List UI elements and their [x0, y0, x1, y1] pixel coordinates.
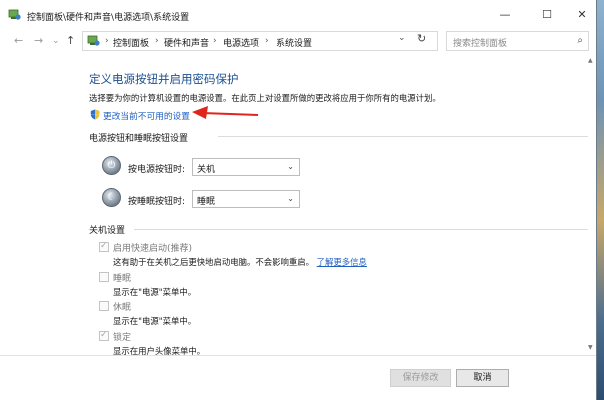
sleep-button-action-select[interactable]: 睡眠 ⌄: [192, 190, 300, 208]
lock-menu-label: 锁定: [113, 333, 132, 343]
back-arrow-icon[interactable]: ←: [14, 34, 23, 48]
maximize-button[interactable]: ☐: [531, 0, 563, 30]
sleep-symbol: ☾: [107, 192, 116, 203]
footer-divider: [0, 355, 596, 356]
fast-startup-description-text: 这有助于在关机之后更快地启动电脑。不会影响重启。: [113, 257, 314, 267]
address-history-chevron-icon[interactable]: ⌄: [398, 33, 406, 43]
breadcrumb-separator: ›: [155, 36, 159, 46]
system-settings-window: 控制面板\硬件和声音\电源选项\系统设置 — ☐ ✕ ← → ⌄ ↑ › 控制面…: [0, 0, 597, 400]
control-panel-icon: [8, 9, 21, 20]
breadcrumb-separator: ›: [105, 36, 109, 46]
power-buttons-heading: 电源按钮和睡眠按钮设置: [89, 134, 189, 144]
hibernate-menu-description: 显示在"电源"菜单中。: [113, 316, 197, 326]
annotation-arrow-icon: [192, 106, 259, 119]
hibernate-menu-label: 休眠: [113, 303, 132, 313]
cancel-button[interactable]: 取消: [456, 369, 509, 387]
title-bar: 控制面板\硬件和声音\电源选项\系统设置 — ☐ ✕: [0, 0, 596, 30]
up-arrow-icon[interactable]: ↑: [66, 34, 75, 48]
fast-startup-label: 启用快速启动(推荐): [113, 244, 193, 254]
breadcrumb-control-panel[interactable]: 控制面板: [113, 36, 149, 49]
close-button[interactable]: ✕: [566, 0, 596, 30]
window-title: 控制面板\硬件和声音\电源选项\系统设置: [27, 13, 190, 23]
section-divider: [218, 136, 588, 137]
save-changes-button[interactable]: 保存修改: [390, 369, 451, 387]
content-area: ▲ ▼ 定义电源按钮并启用密码保护 选择要为你的计算机设置的电源设置。在此页上对…: [0, 54, 596, 400]
sleep-button-icon: ☾: [102, 188, 121, 207]
fast-startup-description: 这有助于在关机之后更快地启动电脑。不会影响重启。 了解更多信息: [113, 256, 367, 268]
sleep-menu-checkbox[interactable]: [99, 272, 109, 282]
breadcrumb-separator: ›: [265, 36, 269, 46]
breadcrumb-power-options[interactable]: 电源选项: [223, 36, 259, 49]
desktop-background: [597, 0, 604, 400]
breadcrumb-separator: ›: [213, 36, 217, 46]
sleep-menu-label: 睡眠: [113, 274, 132, 284]
power-button-action-value: 关机: [197, 165, 216, 175]
forward-arrow-icon[interactable]: →: [34, 34, 43, 48]
change-unavailable-settings-link[interactable]: 更改当前不可用的设置: [103, 109, 190, 122]
sleep-button-action-value: 睡眠: [197, 197, 216, 207]
page-title: 定义电源按钮并启用密码保护: [89, 72, 239, 86]
chevron-down-icon: ⌄: [287, 194, 294, 203]
section-divider: [134, 229, 588, 230]
search-placeholder: 搜索控制面板: [453, 39, 508, 49]
scroll-up-arrow-icon[interactable]: ▲: [588, 57, 593, 64]
power-button-label: 按电源按钮时:: [128, 165, 186, 175]
sleep-button-label: 按睡眠按钮时:: [128, 197, 186, 207]
learn-more-link[interactable]: 了解更多信息: [317, 257, 367, 267]
breadcrumb-hardware-sound[interactable]: 硬件和声音: [164, 36, 209, 49]
lock-menu-checkbox[interactable]: ✓: [99, 330, 109, 341]
power-button-action-select[interactable]: 关机 ⌄: [192, 158, 300, 176]
checkmark-icon: ✓: [100, 330, 108, 340]
search-icon[interactable]: ⌕: [577, 35, 583, 46]
sleep-menu-description: 显示在"电源"菜单中。: [113, 287, 197, 297]
minimize-button[interactable]: —: [489, 0, 521, 30]
page-description: 选择要为你的计算机设置的电源设置。在此页上对设置所做的更改将应用于你所有的电源计…: [89, 93, 441, 103]
search-box[interactable]: 搜索控制面板 ⌕: [446, 31, 589, 51]
shutdown-settings-heading: 关机设置: [89, 226, 126, 236]
checkmark-icon: ✓: [100, 241, 108, 251]
uac-shield-icon: [90, 109, 100, 120]
address-bar[interactable]: › 控制面板 › 硬件和声音 › 电源选项 › 系统设置: [82, 31, 438, 51]
fast-startup-checkbox[interactable]: ✓: [99, 241, 109, 252]
navigation-bar: ← → ⌄ ↑ › 控制面板 › 硬件和声音 › 电源选项 › 系统设置 ⌄ ↻…: [0, 30, 596, 54]
breadcrumb-system-settings[interactable]: 系统设置: [276, 36, 312, 49]
refresh-icon[interactable]: ↻: [417, 32, 426, 45]
power-button-icon: ⏻: [102, 156, 121, 175]
hibernate-menu-checkbox[interactable]: [99, 301, 109, 311]
power-symbol: ⏻: [107, 160, 116, 171]
recent-locations-chevron-icon[interactable]: ⌄: [52, 34, 60, 48]
chevron-down-icon: ⌄: [287, 162, 294, 171]
scroll-down-arrow-icon[interactable]: ▼: [588, 344, 593, 351]
control-panel-icon: [87, 35, 100, 46]
